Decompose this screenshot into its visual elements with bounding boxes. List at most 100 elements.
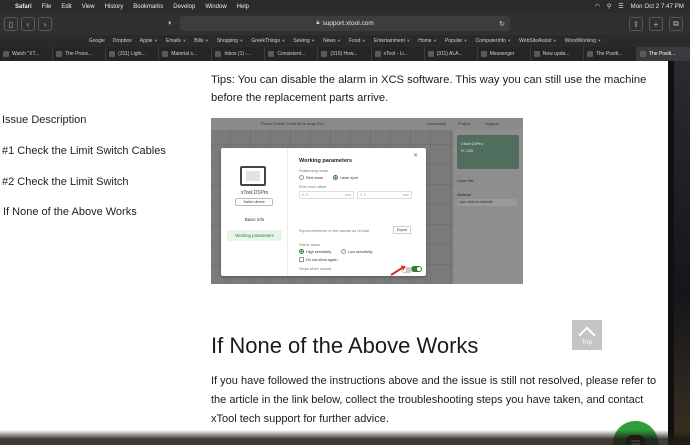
favorite-greekthings[interactable]: GreekThings ▼ bbox=[251, 38, 285, 44]
xcs-topbar: Phone Holder Front 6mm array 5X1 Communi… bbox=[211, 118, 523, 130]
radio-red-cross: Red cross bbox=[299, 175, 323, 180]
address-bar[interactable]: ◐ 🔒︎ support.xtool.com ↻ bbox=[168, 16, 510, 31]
toc-item-check-switch[interactable]: #2 Check the Limit Switch bbox=[2, 176, 129, 188]
chevron-down-icon: ▼ bbox=[463, 38, 468, 43]
browser-tab[interactable]: New upda... bbox=[531, 47, 584, 61]
xcs-nav-project: Project bbox=[458, 121, 471, 126]
desktop-edge bbox=[668, 61, 690, 445]
menu-file[interactable]: File bbox=[42, 4, 52, 10]
export-button: Export bbox=[393, 226, 411, 234]
browser-tab[interactable]: Messenger bbox=[478, 47, 531, 61]
favorite-shopping[interactable]: Shopping ▼ bbox=[217, 38, 244, 44]
search-icon[interactable]: ⚲ bbox=[607, 3, 611, 10]
menu-app[interactable]: Safari bbox=[15, 4, 32, 10]
lock-icon: 🔒︎ bbox=[316, 20, 320, 26]
favorite-google[interactable]: Google bbox=[89, 38, 105, 44]
favorite-dropbox[interactable]: Dropbox bbox=[113, 38, 132, 44]
address-url: support.xtool.com bbox=[322, 20, 374, 27]
favorite-entertainment[interactable]: Entertainment ▼ bbox=[374, 38, 411, 44]
favorite-bills[interactable]: Bills ▼ bbox=[194, 38, 209, 44]
radio-laser-spot: Laser spot bbox=[333, 175, 358, 180]
web-page: Issue Description #1 Check the Limit Swi… bbox=[0, 61, 668, 445]
dialog-title: Working parameters bbox=[299, 158, 353, 164]
browser-tab[interactable]: Inbox (1) -... bbox=[212, 47, 266, 61]
back-to-top-button[interactable]: Top bbox=[572, 320, 602, 350]
favorite-news[interactable]: News ▼ bbox=[323, 38, 341, 44]
radio-icon bbox=[341, 249, 346, 254]
dialog-device-name: xTool D1Pro bbox=[240, 190, 269, 196]
xcs-screenshot: Phone Holder Front 6mm array 5X1 Communi… bbox=[211, 118, 523, 284]
tab-favicon bbox=[639, 51, 646, 57]
forward-icon[interactable]: › bbox=[38, 17, 52, 31]
browser-tab[interactable]: Material s... bbox=[159, 47, 213, 61]
back-icon[interactable]: ‹ bbox=[21, 17, 35, 31]
sidebar-toggle-icon[interactable]: ▯ bbox=[4, 17, 18, 31]
toc-item-issue-description[interactable]: Issue Description bbox=[2, 114, 86, 126]
favorite-computerinfo[interactable]: ComputerInfo ▼ bbox=[476, 38, 512, 44]
browser-tab[interactable]: (310) How... bbox=[318, 47, 372, 61]
flame-alarm-label: Flame alarm bbox=[299, 243, 321, 247]
tips-paragraph: Tips: You can disable the alarm in XCS s… bbox=[211, 74, 647, 104]
working-parameters-tab: Working parameters bbox=[227, 230, 282, 241]
reload-icon[interactable]: ↻ bbox=[499, 20, 505, 28]
dialog-left-pane: xTool D1Pro Switch device Basic info Wor… bbox=[221, 148, 288, 276]
toc-item-check-cables[interactable]: #1 Check the Limit Switch Cables bbox=[2, 145, 166, 157]
browser-tab-active[interactable]: The Positi... bbox=[636, 47, 690, 61]
browser-toolbar: ▯ ‹ › ◐ 🔒︎ support.xtool.com ↻ ⇪ + ⧉ bbox=[0, 13, 690, 35]
favorites-bar: Google Dropbox Apple ▼ Emails ▼ Bills ▼ … bbox=[0, 35, 690, 47]
favorite-apple[interactable]: Apple ▼ bbox=[140, 38, 158, 44]
dialog-right-pane: Working parameters ✕ Positioning mode Re… bbox=[299, 148, 423, 276]
browser-tab[interactable]: (311) Light... bbox=[106, 47, 160, 61]
tab-favicon bbox=[321, 51, 328, 57]
xcs-sidebar: xTool D1Pro IX 13B Laser flat Material U… bbox=[453, 130, 523, 284]
privacy-shield-icon[interactable]: ◐ bbox=[168, 18, 173, 27]
xcs-material-field: User-defined material bbox=[457, 199, 517, 206]
working-parameters-dialog: xTool D1Pro Switch device Basic info Wor… bbox=[221, 148, 426, 276]
menu-develop[interactable]: Develop bbox=[173, 4, 195, 10]
screen: Safari File Edit View History Bookmarks … bbox=[0, 0, 690, 445]
browser-tab[interactable]: The Proce... bbox=[53, 47, 107, 61]
menu-window[interactable]: Window bbox=[205, 4, 226, 10]
radio-icon bbox=[299, 175, 304, 180]
xcs-laser-mode: Laser flat bbox=[457, 178, 474, 183]
checkbox-do-not-show: Do not show again bbox=[299, 257, 337, 262]
favorite-emails[interactable]: Emails ▼ bbox=[166, 38, 186, 44]
xcs-project-title: Phone Holder Front 6mm array 5X1 bbox=[261, 121, 325, 126]
status-area: ◠ ⚲ ☰ Mon Oct 2 7:47 PM bbox=[595, 3, 684, 11]
switch-device-button: Switch device bbox=[235, 198, 273, 206]
browser-tab[interactable]: The Positi... bbox=[584, 47, 637, 61]
radio-selected-icon bbox=[333, 175, 338, 180]
menu-edit[interactable]: Edit bbox=[61, 4, 71, 10]
xcs-material-label: Material bbox=[457, 192, 472, 197]
favorite-woodworking[interactable]: WoodWorking ▼ bbox=[565, 38, 602, 44]
stops-when-moved-toggle bbox=[411, 266, 422, 272]
desktop-wallpaper bbox=[674, 61, 690, 445]
xcs-device-name: xTool D1Pro bbox=[461, 141, 483, 146]
tab-overview-icon[interactable]: ⧉ bbox=[669, 17, 683, 31]
browser-tab[interactable]: xTool - Li... bbox=[372, 47, 425, 61]
favorite-sewing[interactable]: Sewing ▼ bbox=[293, 38, 315, 44]
chevron-down-icon: ▼ bbox=[336, 38, 341, 43]
menu-view[interactable]: View bbox=[82, 4, 95, 10]
favorite-food[interactable]: Food ▼ bbox=[349, 38, 366, 44]
browser-tab[interactable]: Watch "XT... bbox=[0, 47, 54, 61]
favorite-websiteassist[interactable]: WebSiteAssist ▼ bbox=[519, 38, 557, 44]
menu-bookmarks[interactable]: Bookmarks bbox=[133, 4, 163, 10]
toc-item-none-works[interactable]: If None of the Above Works bbox=[3, 206, 137, 218]
tab-favicon bbox=[427, 51, 434, 57]
xcs-device-card: xTool D1Pro IX 13B bbox=[457, 135, 519, 169]
browser-tab[interactable]: Consistent... bbox=[265, 47, 319, 61]
share-icon[interactable]: ⇪ bbox=[629, 17, 643, 31]
menu-help[interactable]: Help bbox=[237, 4, 249, 10]
menu-history[interactable]: History bbox=[105, 4, 124, 10]
control-center-icon[interactable]: ☰ bbox=[618, 3, 623, 10]
radio-high-sensitivity: High sensitivity bbox=[299, 249, 331, 254]
new-tab-icon[interactable]: + bbox=[649, 17, 663, 31]
menubar-clock[interactable]: Mon Oct 2 7:47 PM bbox=[631, 4, 684, 10]
xcs-nav-support: Support bbox=[485, 121, 500, 126]
red-cross-offset-label: Red cross offset bbox=[299, 185, 327, 189]
favorite-home[interactable]: Home ▼ bbox=[418, 38, 437, 44]
browser-tab[interactable]: (311) ALA... bbox=[425, 47, 478, 61]
wifi-icon[interactable]: ◠ bbox=[595, 3, 600, 10]
favorite-popular[interactable]: Popular ▼ bbox=[445, 38, 468, 44]
